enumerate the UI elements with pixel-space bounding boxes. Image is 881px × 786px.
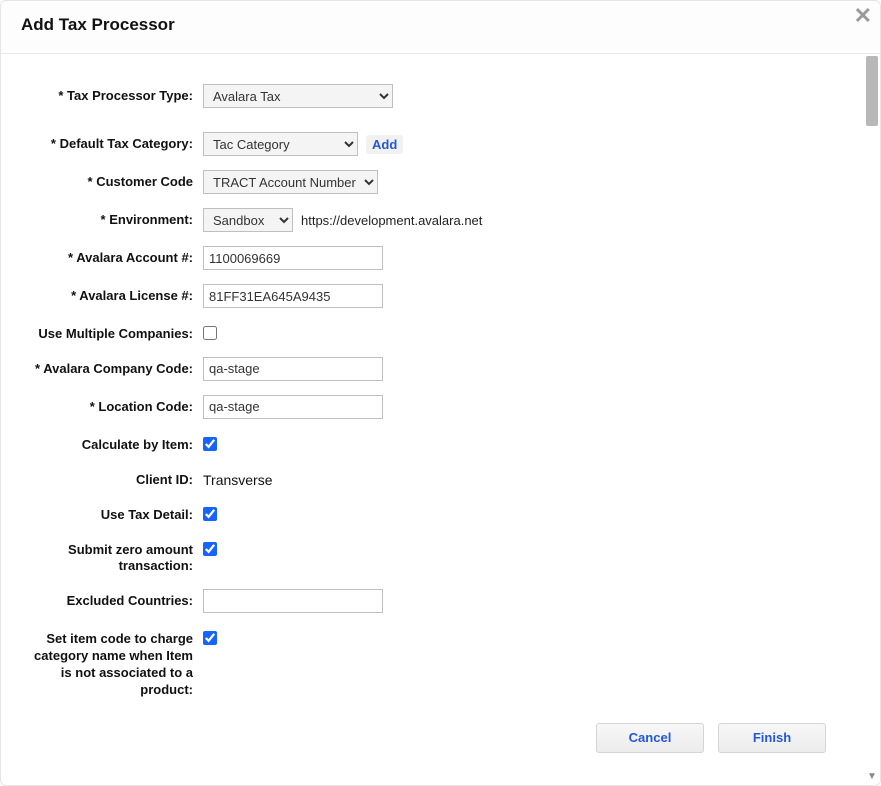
- avalara-license-label: Avalara License #:: [21, 284, 203, 305]
- dialog-actions: Cancel Finish: [21, 713, 846, 773]
- environment-select[interactable]: Sandbox: [203, 208, 293, 232]
- excluded-countries-input[interactable]: [203, 589, 383, 613]
- calculate-by-item-label: Calculate by Item:: [21, 433, 203, 454]
- avalara-license-input[interactable]: [203, 284, 383, 308]
- tax-processor-type-label: Tax Processor Type:: [21, 84, 203, 105]
- finish-button[interactable]: Finish: [718, 723, 826, 753]
- avalara-company-code-input[interactable]: [203, 357, 383, 381]
- customer-code-select[interactable]: TRACT Account Number: [203, 170, 378, 194]
- avalara-account-label: Avalara Account #:: [21, 246, 203, 267]
- excluded-countries-label: Excluded Countries:: [21, 589, 203, 610]
- location-code-input[interactable]: [203, 395, 383, 419]
- set-item-code-fallback-checkbox[interactable]: [203, 631, 217, 645]
- dialog-title: Add Tax Processor: [21, 15, 860, 35]
- avalara-account-input[interactable]: [203, 246, 383, 270]
- use-tax-detail-checkbox[interactable]: [203, 507, 217, 521]
- dialog-titlebar: Add Tax Processor ✕: [1, 1, 880, 54]
- close-icon[interactable]: ✕: [854, 5, 872, 27]
- default-tax-category-select[interactable]: Tac Category: [203, 132, 358, 156]
- dialog-body: Tax Processor Type: Avalara Tax Default …: [1, 54, 880, 785]
- location-code-label: Location Code:: [21, 395, 203, 416]
- client-id-value: Transverse: [203, 468, 273, 488]
- client-id-label: Client ID:: [21, 468, 203, 489]
- customer-code-label: Customer Code: [21, 170, 203, 191]
- calculate-by-item-checkbox[interactable]: [203, 437, 217, 451]
- scrollbar-track[interactable]: [866, 56, 878, 783]
- scrollbar-down-arrow-icon[interactable]: ▼: [866, 769, 878, 783]
- use-tax-detail-label: Use Tax Detail:: [21, 503, 203, 524]
- form-scroll-area: Tax Processor Type: Avalara Tax Default …: [1, 54, 866, 785]
- set-item-code-fallback-label: Set item code to charge category name wh…: [21, 627, 203, 699]
- use-multiple-companies-label: Use Multiple Companies:: [21, 322, 203, 343]
- tax-processor-type-select[interactable]: Avalara Tax: [203, 84, 393, 108]
- add-tax-category-link[interactable]: Add: [366, 135, 403, 154]
- submit-zero-amount-checkbox[interactable]: [203, 542, 217, 556]
- scrollbar-thumb[interactable]: [866, 56, 878, 126]
- default-tax-category-label: Default Tax Category:: [21, 132, 203, 153]
- submit-zero-amount-label: Submit zero amount transaction:: [21, 538, 203, 576]
- use-multiple-companies-checkbox[interactable]: [203, 326, 217, 340]
- vertical-scrollbar[interactable]: ▼: [866, 56, 878, 783]
- add-tax-processor-dialog: Add Tax Processor ✕ Tax Processor Type: …: [0, 0, 881, 786]
- environment-label: Environment:: [21, 208, 203, 229]
- avalara-company-code-label: Avalara Company Code:: [21, 357, 203, 378]
- environment-url-hint: https://development.avalara.net: [301, 213, 482, 228]
- cancel-button[interactable]: Cancel: [596, 723, 704, 753]
